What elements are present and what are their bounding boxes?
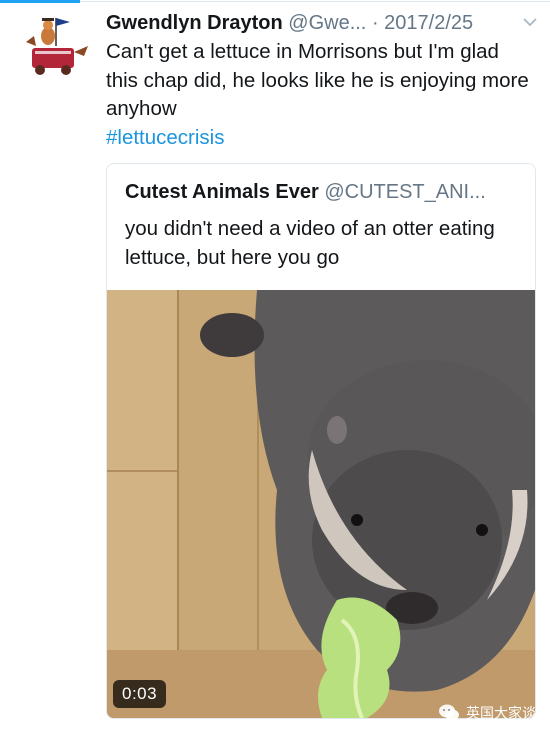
- avatar[interactable]: [18, 12, 96, 86]
- tweet-body: Can't get a lettuce in Morrisons but I'm…: [106, 40, 529, 120]
- wechat-icon: [439, 704, 459, 721]
- quoted-tweet[interactable]: Cutest Animals Ever @CUTEST_ANI... you d…: [106, 163, 536, 719]
- quoted-tweet-text: you didn't need a video of an otter eati…: [125, 217, 495, 269]
- video-player[interactable]: 0:03: [107, 290, 535, 718]
- quoted-author-handle[interactable]: @CUTEST_ANI...: [324, 181, 485, 203]
- author-handle[interactable]: @Gwe...: [288, 12, 366, 34]
- quoted-author-name[interactable]: Cutest Animals Ever: [125, 181, 319, 203]
- watermark: 英国大家谈: [438, 703, 536, 723]
- top-divider: [80, 1, 550, 2]
- author-name[interactable]: Gwendlyn Drayton: [106, 12, 283, 34]
- tweet-header: Gwendlyn Drayton @Gwe... · 2017/2/25: [106, 10, 538, 36]
- quoted-tweet-header: Cutest Animals Ever @CUTEST_ANI...: [125, 178, 523, 206]
- video-frame: [107, 290, 535, 718]
- hashtag-link[interactable]: #lettucecrisis: [106, 124, 536, 153]
- separator-dot: ·: [371, 12, 379, 34]
- tweet-text: Can't get a lettuce in Morrisons but I'm…: [106, 38, 536, 152]
- top-accent-bar: [0, 0, 80, 3]
- tweet-date[interactable]: 2017/2/25: [384, 12, 473, 34]
- chevron-down-icon[interactable]: [522, 16, 538, 28]
- video-duration-badge: 0:03: [113, 680, 167, 708]
- watermark-text: 英国大家谈: [466, 705, 536, 721]
